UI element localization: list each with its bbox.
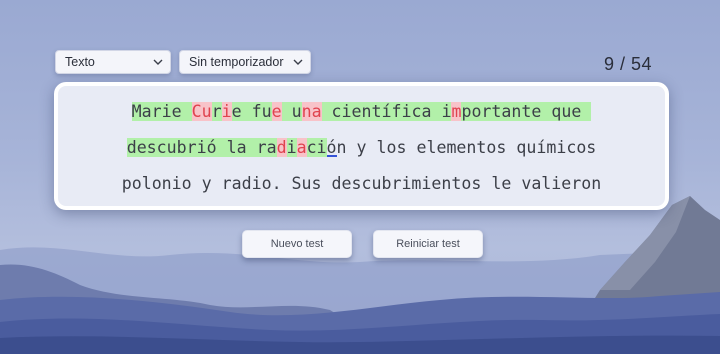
incorrect-char: a	[296, 138, 307, 157]
new-test-button[interactable]: Nuevo test	[242, 230, 352, 258]
correct-char: e	[231, 102, 242, 121]
untyped-text: polonio y radio. Sus descubrimientos le …	[121, 174, 602, 193]
timer-select-value: Sin temporizador	[189, 55, 284, 69]
correct-char: r	[211, 102, 222, 121]
restart-test-button[interactable]: Reiniciar test	[373, 230, 483, 258]
current-char: ó	[326, 138, 337, 157]
incorrect-char: i	[221, 102, 232, 121]
correct-char: portante que	[461, 102, 592, 121]
typing-text-box[interactable]: Marie Curie fue una científica important…	[54, 82, 669, 210]
incorrect-char: Cu	[191, 102, 212, 121]
text-line: Marie Curie fue una científica important…	[58, 100, 665, 124]
correct-char: u	[291, 102, 302, 121]
correct-char: i	[286, 138, 297, 157]
controls-bar: Texto Sin temporizador	[55, 50, 311, 74]
correct-char: fu	[251, 102, 272, 121]
incorrect-char: d	[276, 138, 287, 157]
incorrect-char: m	[451, 102, 462, 121]
correct-char: Marie	[131, 102, 182, 121]
text-line: polonio y radio. Sus descubrimientos le …	[58, 172, 665, 196]
correct-char	[181, 102, 192, 121]
correct-char: i	[441, 102, 452, 121]
incorrect-char: e	[271, 102, 282, 121]
correct-char	[281, 102, 292, 121]
incorrect-char: na	[301, 102, 322, 121]
timer-select[interactable]: Sin temporizador	[179, 50, 311, 74]
correct-char: científica	[321, 102, 442, 121]
text-line: descubrió la radiación y los elementos q…	[58, 136, 665, 160]
chevron-down-icon	[293, 59, 303, 65]
mode-select[interactable]: Texto	[55, 50, 171, 74]
untyped-text: n y los elementos químicos	[336, 138, 597, 157]
correct-char: ci	[306, 138, 327, 157]
correct-char	[241, 102, 252, 121]
chevron-down-icon	[153, 59, 163, 65]
word-counter: 9 / 54	[604, 54, 653, 74]
correct-char: descubrió la ra	[126, 138, 277, 157]
mode-select-value: Texto	[65, 55, 95, 69]
